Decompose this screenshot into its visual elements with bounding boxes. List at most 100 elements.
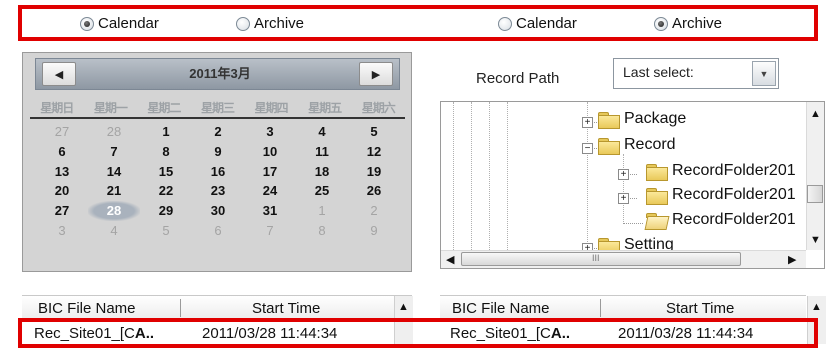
open-folder-icon xyxy=(646,213,668,229)
scroll-down-icon[interactable]: ▼ xyxy=(810,234,821,246)
radio-selected-icon xyxy=(80,16,94,31)
calendar-day[interactable]: 6 xyxy=(36,142,88,162)
column-separator[interactable] xyxy=(600,299,601,317)
calendar-day-selected[interactable]: 28 xyxy=(88,201,140,221)
calendar-radio-left[interactable]: Calendar xyxy=(80,15,159,32)
calendar-day[interactable]: 2 xyxy=(348,201,400,221)
calendar-day[interactable]: 2 xyxy=(192,122,244,142)
calendar-day[interactable]: 15 xyxy=(140,162,192,182)
calendar-day[interactable]: 7 xyxy=(244,221,296,241)
folder-icon xyxy=(598,138,620,155)
weekday-header: 星期日 星期一 星期二 星期三 星期四 星期五 星期六 xyxy=(30,99,405,119)
prev-month-button[interactable]: ◀ xyxy=(42,62,76,86)
calendar-day[interactable]: 5 xyxy=(140,221,192,241)
calendar-day[interactable]: 18 xyxy=(296,162,348,182)
calendar-day[interactable]: 17 xyxy=(244,162,296,182)
tree-item-package[interactable]: Package xyxy=(624,110,686,128)
next-month-button[interactable]: ▶ xyxy=(359,62,393,86)
tree-item-recordfolder-selected[interactable]: RecordFolder201 xyxy=(672,211,796,229)
calendar-day[interactable]: 13 xyxy=(36,162,88,182)
column-header-file-name[interactable]: BIC File Name xyxy=(452,300,550,317)
calendar-day[interactable]: 16 xyxy=(192,162,244,182)
calendar-day[interactable]: 27 xyxy=(36,201,88,221)
folder-icon xyxy=(646,188,668,205)
tree-guide-line xyxy=(507,102,508,250)
dropdown-button[interactable]: ▼ xyxy=(752,61,776,86)
calendar-day[interactable]: 25 xyxy=(296,181,348,201)
tree-connector xyxy=(623,223,643,224)
calendar-day[interactable]: 27 xyxy=(36,122,88,142)
triangle-right-icon: ▶ xyxy=(371,68,381,81)
calendar-day[interactable]: 20 xyxy=(36,181,88,201)
column-header-start-time[interactable]: Start Time xyxy=(666,300,734,317)
archive-radio-right[interactable]: Archive xyxy=(654,15,722,32)
file-name-cell: Rec_Site01_[CA.. xyxy=(34,325,155,342)
scroll-up-icon[interactable]: ▲ xyxy=(810,108,821,120)
archive-radio-left[interactable]: Archive xyxy=(236,15,304,32)
tree-item-record[interactable]: Record xyxy=(624,136,676,154)
calendar-radio-label: Calendar xyxy=(98,15,159,32)
tree-guide-line xyxy=(453,102,454,250)
calendar-day[interactable]: 29 xyxy=(140,201,192,221)
calendar-day[interactable]: 5 xyxy=(348,122,400,142)
column-separator[interactable] xyxy=(180,299,181,317)
column-header-start-time[interactable]: Start Time xyxy=(252,300,320,317)
expand-icon[interactable]: + xyxy=(582,117,593,128)
calendar-day[interactable]: 8 xyxy=(140,142,192,162)
calendar-day[interactable]: 10 xyxy=(244,142,296,162)
weekday-sat: 星期六 xyxy=(361,101,396,115)
tree-item-recordfolder[interactable]: RecordFolder201 xyxy=(672,162,796,180)
calendar-day[interactable]: 7 xyxy=(88,142,140,162)
calendar-day[interactable]: 1 xyxy=(140,122,192,142)
calendar-month-title: 2011年3月 xyxy=(189,66,251,81)
left-list-row[interactable]: Rec_Site01_[CA.. 2011/03/28 11:44:34 xyxy=(22,322,394,344)
calendar-day[interactable]: 26 xyxy=(348,181,400,201)
calendar-day[interactable]: 9 xyxy=(192,142,244,162)
tree-vertical-scrollbar[interactable] xyxy=(806,102,824,250)
calendar-day[interactable]: 1 xyxy=(296,201,348,221)
right-list-row[interactable]: Rec_Site01_[CA.. 2011/03/28 11:44:34 xyxy=(440,322,806,344)
calendar-day[interactable]: 19 xyxy=(348,162,400,182)
calendar-day[interactable]: 31 xyxy=(244,201,296,221)
file-name-cell: Rec_Site01_[CA.. xyxy=(450,325,571,342)
scroll-up-icon[interactable]: ▲ xyxy=(811,301,822,313)
calendar-day[interactable]: 3 xyxy=(244,122,296,142)
calendar-day[interactable]: 3 xyxy=(36,221,88,241)
chevron-down-icon: ▼ xyxy=(759,68,769,79)
scroll-left-icon[interactable]: ◀ xyxy=(446,253,454,266)
start-time-cell: 2011/03/28 11:44:34 xyxy=(202,325,338,342)
calendar-day[interactable]: 4 xyxy=(88,221,140,241)
calendar-day[interactable]: 8 xyxy=(296,221,348,241)
vertical-scroll-thumb[interactable] xyxy=(807,185,823,203)
calendar-day[interactable]: 22 xyxy=(140,181,192,201)
scroll-up-icon[interactable]: ▲ xyxy=(398,301,409,313)
start-time-cell: 2011/03/28 11:44:34 xyxy=(618,325,754,342)
calendar-day[interactable]: 4 xyxy=(296,122,348,142)
calendar-day[interactable]: 28 xyxy=(88,122,140,142)
calendar-day[interactable]: 23 xyxy=(192,181,244,201)
calendar-day[interactable]: 12 xyxy=(348,142,400,162)
horizontal-scroll-thumb[interactable] xyxy=(461,252,741,266)
calendar-day[interactable]: 11 xyxy=(296,142,348,162)
weekday-mon: 星期一 xyxy=(93,101,128,115)
calendar-radio-right[interactable]: Calendar xyxy=(498,15,577,32)
record-folder-tree[interactable]: + Package − Record + RecordFolder201 + R… xyxy=(440,101,825,269)
calendar-day[interactable]: 9 xyxy=(348,221,400,241)
calendar-day[interactable]: 24 xyxy=(244,181,296,201)
calendar-day[interactable]: 30 xyxy=(192,201,244,221)
calendar-day[interactable]: 6 xyxy=(192,221,244,241)
expand-icon[interactable]: + xyxy=(618,169,629,180)
calendar-day[interactable]: 21 xyxy=(88,181,140,201)
expand-icon[interactable]: + xyxy=(618,193,629,204)
tree-item-recordfolder[interactable]: RecordFolder201 xyxy=(672,186,796,204)
weekday-wed: 星期三 xyxy=(200,101,235,115)
scroll-grip-icon: III xyxy=(592,253,600,263)
record-path-label: Record Path xyxy=(476,70,560,87)
column-header-file-name[interactable]: BIC File Name xyxy=(38,300,136,317)
radio-unselected-icon xyxy=(236,16,250,31)
archive-radio-label: Archive xyxy=(254,15,305,32)
calendar-day[interactable]: 14 xyxy=(88,162,140,182)
collapse-icon[interactable]: − xyxy=(582,143,593,154)
weekday-tue: 星期二 xyxy=(147,101,181,115)
scroll-right-icon[interactable]: ▶ xyxy=(788,253,796,266)
